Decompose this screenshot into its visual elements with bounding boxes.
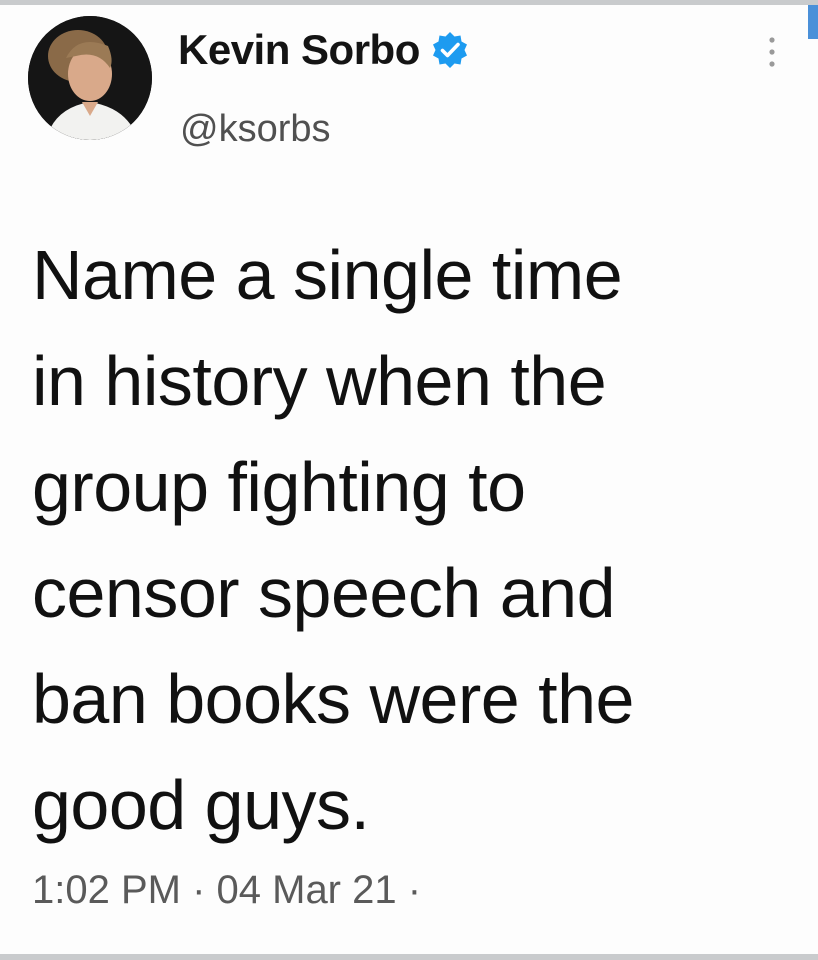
tweet-text-line: censor speech and — [32, 554, 616, 632]
bottom-divider — [0, 954, 818, 960]
avatar-image — [28, 16, 152, 140]
author-display-name[interactable]: Kevin Sorbo — [178, 26, 420, 74]
tweet-text-line: ban books were the — [32, 660, 634, 738]
tweet-text-line: good guys. — [32, 766, 370, 844]
top-divider — [0, 0, 818, 5]
avatar[interactable] — [28, 16, 152, 140]
verified-badge-icon — [430, 30, 470, 70]
more-options-icon[interactable] — [766, 32, 778, 72]
tweet-text-line: group fighting to — [32, 448, 526, 526]
tweet-text: Name a single time in history when the g… — [32, 222, 802, 858]
tweet-timestamp[interactable]: 1:02 PM · 04 Mar 21 · — [32, 868, 421, 913]
tweet-text-line: in history when the — [32, 342, 607, 420]
author-handle[interactable]: @ksorbs — [180, 108, 331, 151]
tweet-text-line: Name a single time — [32, 236, 623, 314]
author-display-name-row[interactable]: Kevin Sorbo — [178, 26, 470, 74]
scroll-indicator — [808, 5, 818, 39]
